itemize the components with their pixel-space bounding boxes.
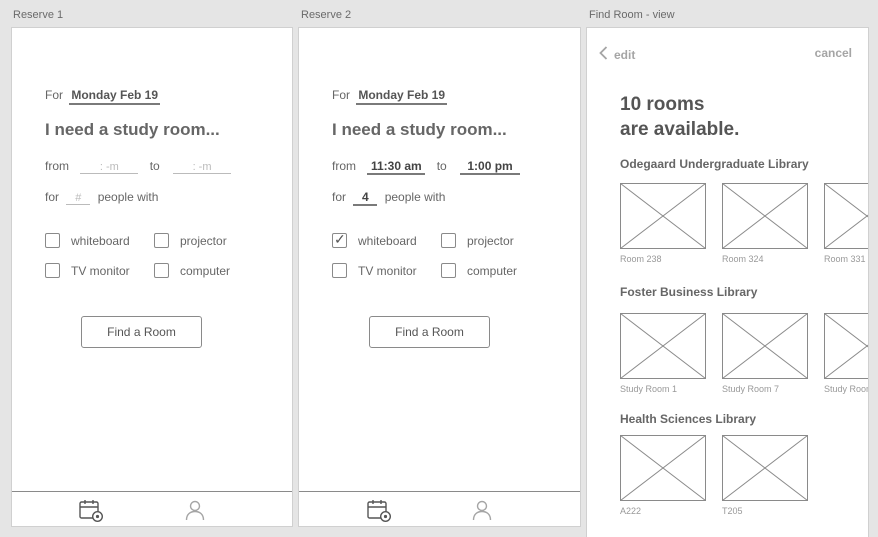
option-label: whiteboard [71, 233, 130, 248]
option-projector[interactable]: projector [154, 233, 227, 248]
calendar-add-icon[interactable] [367, 499, 393, 526]
artboard-label-find-room: Find Room - view [589, 9, 675, 21]
cancel-button[interactable]: cancel [815, 46, 852, 60]
reserve2-screen: For Monday Feb 19 I need a study room...… [299, 28, 580, 526]
calendar-add-icon[interactable] [79, 499, 105, 526]
people-count-field[interactable]: # [66, 192, 91, 205]
checkbox[interactable] [154, 263, 169, 278]
people-with-label: people with [97, 190, 159, 204]
for-label: For [45, 88, 63, 102]
date-row: For Monday Feb 19 [332, 88, 448, 105]
room-card[interactable]: T205 [722, 435, 808, 516]
room-card[interactable]: Room 331 [824, 183, 868, 264]
edit-label: edit [614, 47, 636, 62]
user-icon[interactable] [184, 499, 206, 526]
room-label: A222 [620, 506, 642, 516]
page-title: I need a study room... [45, 120, 220, 139]
user-icon[interactable] [471, 499, 493, 526]
library-name: Odegaard Undergraduate Library [620, 157, 809, 171]
room-card[interactable]: Study Room 7 [722, 313, 808, 394]
reserve1-screen: For Monday Feb 19 I need a study room...… [12, 28, 292, 526]
date-row: For Monday Feb 19 [45, 88, 161, 105]
checkbox[interactable] [441, 263, 456, 278]
date-picker[interactable]: Monday Feb 19 [69, 88, 161, 105]
room-card[interactable]: Study Room [824, 313, 868, 394]
checkbox[interactable] [154, 233, 169, 248]
people-row: for # people with [45, 190, 158, 205]
room-image-placeholder [824, 183, 868, 249]
room-label: T205 [722, 506, 743, 516]
people-row: for 4 people with [332, 190, 445, 206]
availability-text: are available. [620, 119, 740, 140]
option-whiteboard[interactable]: ✓ whiteboard [332, 231, 417, 248]
to-label: to [149, 159, 160, 173]
people-with-label: people with [384, 190, 446, 204]
room-label: Room 324 [722, 254, 764, 264]
option-label: TV monitor [358, 263, 417, 278]
availability-count: 10 rooms [620, 94, 705, 115]
option-label: computer [180, 263, 231, 278]
to-time-field[interactable]: : -m [173, 161, 232, 174]
from-label: from [332, 159, 356, 173]
option-label: TV monitor [71, 263, 130, 278]
checkbox-checked[interactable]: ✓ [332, 231, 347, 248]
checkbox[interactable] [45, 233, 60, 248]
room-card[interactable]: A222 [620, 435, 706, 516]
option-label: computer [467, 263, 518, 278]
room-label: Study Room 7 [722, 384, 780, 394]
option-label: whiteboard [358, 233, 417, 248]
option-computer[interactable]: computer [154, 263, 230, 278]
time-row: from : -m to : -m [45, 159, 232, 174]
room-card[interactable]: Room 324 [722, 183, 808, 264]
from-time-field[interactable]: 11:30 am [367, 159, 426, 175]
checkbox[interactable] [332, 263, 347, 278]
artboard-label-reserve1: Reserve 1 [13, 9, 64, 21]
room-card[interactable]: Room 238 [620, 183, 706, 264]
time-row: from 11:30 am to 1:00 pm [332, 159, 521, 175]
room-image-placeholder [722, 183, 808, 249]
room-label: Study Room [824, 384, 868, 394]
chevron-left-icon [599, 46, 608, 63]
option-computer[interactable]: computer [441, 263, 517, 278]
page-title: I need a study room... [332, 120, 507, 139]
option-label: projector [467, 233, 514, 248]
people-for-label: for [332, 190, 347, 204]
option-tv-monitor[interactable]: TV monitor [332, 263, 417, 278]
room-label: Study Room 1 [620, 384, 678, 394]
people-count-field[interactable]: 4 [353, 190, 378, 206]
artboard-label-reserve2: Reserve 2 [301, 9, 352, 21]
for-label: For [332, 88, 350, 102]
date-picker[interactable]: Monday Feb 19 [356, 88, 448, 105]
room-image-placeholder [620, 313, 706, 379]
option-whiteboard[interactable]: whiteboard [45, 233, 130, 248]
find-room-button[interactable]: Find a Room [81, 316, 202, 348]
to-label: to [436, 159, 447, 173]
checkmark-icon: ✓ [334, 231, 346, 247]
from-time-field[interactable]: : -m [80, 161, 139, 174]
room-image-placeholder [620, 183, 706, 249]
tab-bar [12, 491, 292, 526]
room-card[interactable]: Study Room 1 [620, 313, 706, 394]
checkbox[interactable] [441, 233, 456, 248]
checkbox[interactable] [45, 263, 60, 278]
people-for-label: for [45, 190, 60, 204]
option-label: projector [180, 233, 227, 248]
room-image-placeholder [824, 313, 868, 379]
room-label: Room 331 [824, 254, 866, 264]
find-room-screen: edit cancel 10 rooms are available. Odeg… [587, 28, 868, 537]
edit-button[interactable]: edit [599, 46, 635, 63]
from-label: from [45, 159, 69, 173]
option-tv-monitor[interactable]: TV monitor [45, 263, 130, 278]
find-room-button[interactable]: Find a Room [369, 316, 490, 348]
option-projector[interactable]: projector [441, 233, 514, 248]
library-name: Health Sciences Library [620, 412, 757, 426]
room-image-placeholder [722, 435, 808, 501]
room-image-placeholder [620, 435, 706, 501]
tab-bar [299, 491, 580, 526]
to-time-field[interactable]: 1:00 pm [460, 159, 521, 175]
room-label: Room 238 [620, 254, 662, 264]
room-image-placeholder [722, 313, 808, 379]
library-name: Foster Business Library [620, 285, 758, 299]
availability-heading: 10 rooms are available. [620, 92, 739, 142]
